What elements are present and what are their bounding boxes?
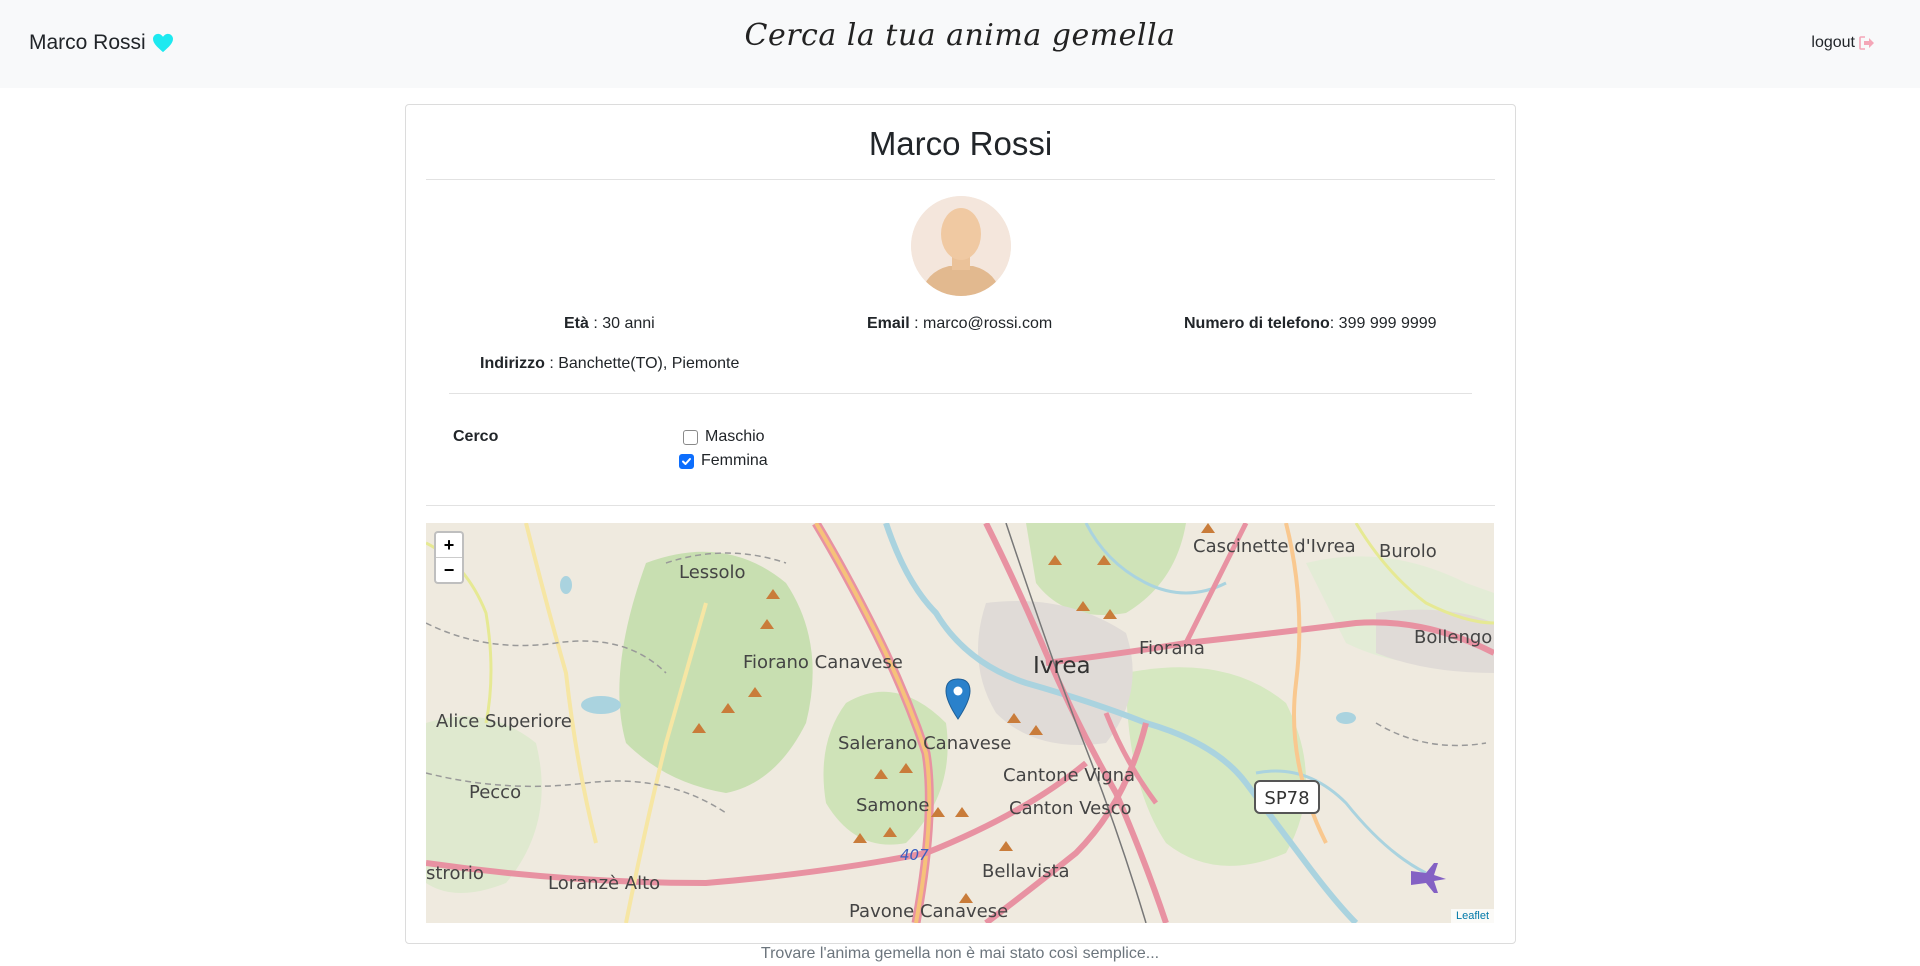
phone-label: Numero di telefono [1184, 315, 1330, 332]
place-label: Samone [856, 795, 930, 816]
site-title: Cerca la tua anima gemella [744, 18, 1176, 53]
age-value: : 30 anni [588, 315, 655, 332]
femmina-checkbox[interactable] [679, 453, 694, 469]
check-icon [682, 457, 691, 465]
divider [426, 505, 1495, 506]
logout-label: logout [1811, 34, 1855, 51]
age-info: Età : 30 anni [564, 315, 655, 333]
place-label: Salerano Canavese [838, 733, 1011, 754]
place-label: Pavone Canavese [849, 901, 1008, 922]
place-label: Canton Vesco [1009, 798, 1131, 819]
phone-info: Numero di telefono: 399 999 9999 [1184, 315, 1437, 333]
map-attribution-link[interactable]: Leaflet [1450, 909, 1494, 923]
place-label: Alice Superiore [436, 711, 572, 732]
search-label: Cerco [453, 428, 499, 445]
maschio-label: Maschio [705, 428, 765, 445]
divider [426, 179, 1495, 180]
avatar [911, 196, 1011, 296]
map-tiles: Lessolo Cascinette d'Ivrea Burolo Fioran… [426, 523, 1494, 923]
address-label: Indirizzo [480, 355, 545, 372]
place-label: Burolo [1379, 541, 1437, 562]
place-label: Bellavista [982, 861, 1070, 882]
navbar: Marco Rossi Cerca la tua anima gemella l… [0, 0, 1920, 88]
place-label: Cantone Vigna [1003, 765, 1135, 786]
address-value: : Banchette(TO), Piemonte [544, 355, 740, 372]
maschio-checkbox[interactable] [683, 429, 698, 445]
option-maschio[interactable]: Maschio [683, 428, 765, 446]
profile-card: Marco Rossi Età : 30 anni Email : marco@… [405, 104, 1516, 944]
sign-out-icon [1859, 36, 1874, 50]
email-label: Email [867, 315, 910, 332]
map[interactable]: Lessolo Cascinette d'Ivrea Burolo Fioran… [426, 523, 1494, 923]
footer-tagline: Trovare l'anima gemella non è mai stato … [760, 945, 1160, 962]
zoom-out-button[interactable]: − [436, 558, 462, 582]
road-shield-label: SP78 [1264, 788, 1309, 809]
place-label: Ivrea [1033, 653, 1091, 679]
place-label: strorio [426, 863, 484, 884]
address-info: Indirizzo : Banchette(TO), Piemonte [480, 355, 739, 373]
divider [449, 393, 1472, 394]
place-label: Pecco [469, 782, 521, 803]
place-label: Cascinette d'Ivrea [1193, 536, 1356, 557]
logout-link[interactable]: logout [1811, 34, 1875, 52]
road-number-label: 407 [900, 846, 929, 864]
place-label: Bollengo [1414, 627, 1492, 648]
email-value: : marco@rossi.com [909, 315, 1053, 332]
zoom-in-button[interactable]: + [436, 533, 462, 558]
age-label: Età [564, 315, 589, 332]
option-femmina[interactable]: Femmina [679, 452, 768, 470]
zoom-control: + − [434, 531, 464, 584]
profile-name: Marco Rossi [868, 125, 1053, 162]
phone-value: : 399 999 9999 [1329, 315, 1437, 332]
femmina-label: Femmina [701, 452, 768, 469]
place-label: Loranzè Alto [548, 873, 660, 894]
email-info: Email : marco@rossi.com [867, 315, 1052, 333]
place-label: Fiorana [1139, 638, 1205, 659]
place-label: Lessolo [679, 562, 746, 583]
place-label: Fiorano Canavese [743, 652, 903, 673]
avatar-placeholder-icon [911, 196, 1011, 296]
